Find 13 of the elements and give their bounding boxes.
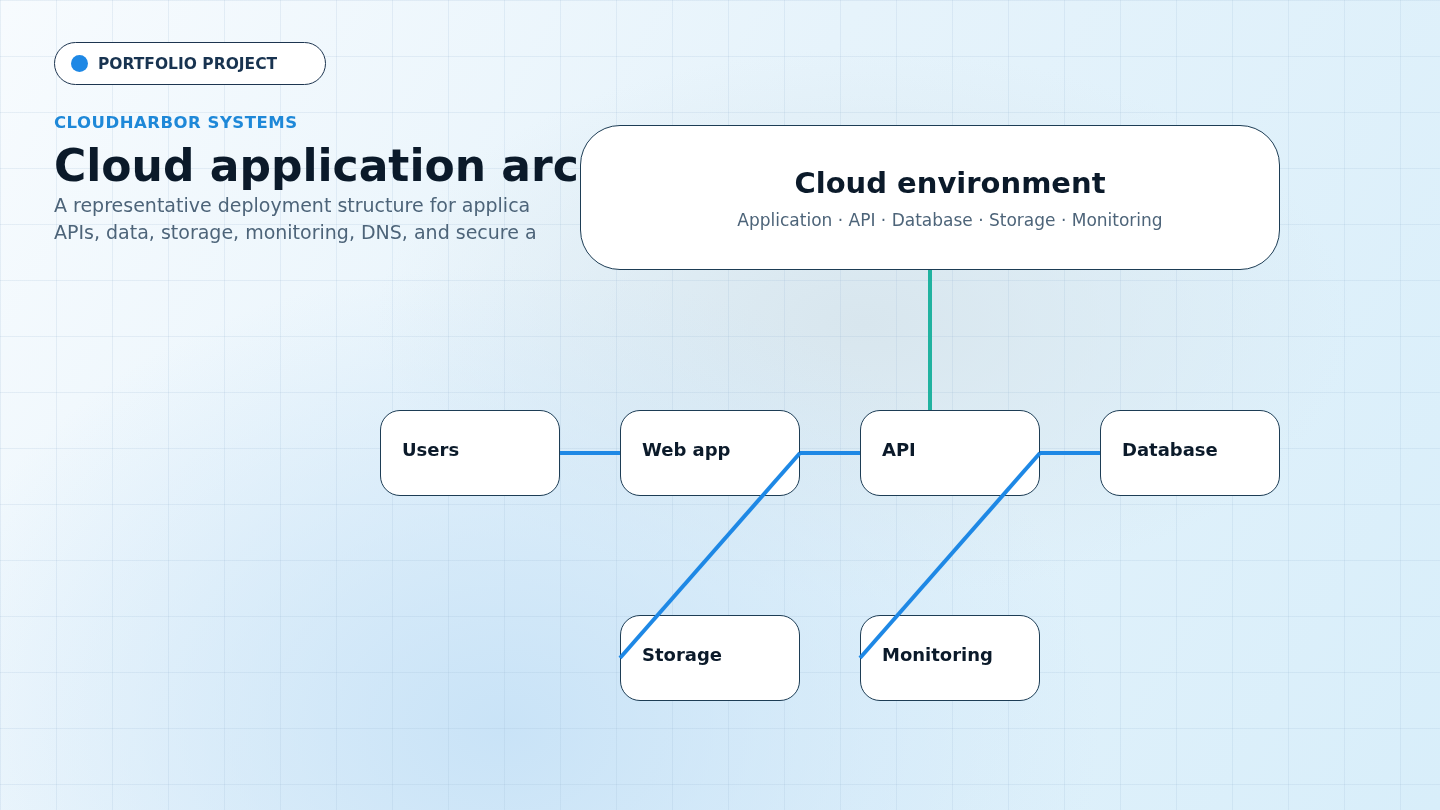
diagram-node: Web app <box>620 410 800 496</box>
diagram-node: Database <box>1100 410 1280 496</box>
diagram-node: Monitoring <box>860 615 1040 701</box>
node-subtitle: Application · API · Database · Storage · Monitoring <box>737 210 1163 230</box>
node-title: Cloud environment <box>794 166 1106 200</box>
diagram-node: Storage <box>620 615 800 701</box>
diagram-node: Users <box>380 410 560 496</box>
description-line: APIs, data, storage, monitoring, DNS, and secure a <box>54 220 537 245</box>
page-title: Cloud application arc <box>54 140 579 192</box>
company-name: CLOUDHARBOR SYSTEMS <box>54 113 298 132</box>
description-line: A representative deployment structure for applica <box>54 193 531 218</box>
diagram-node: API <box>860 410 1040 496</box>
badge-label: PORTFOLIO PROJECT <box>98 54 278 73</box>
